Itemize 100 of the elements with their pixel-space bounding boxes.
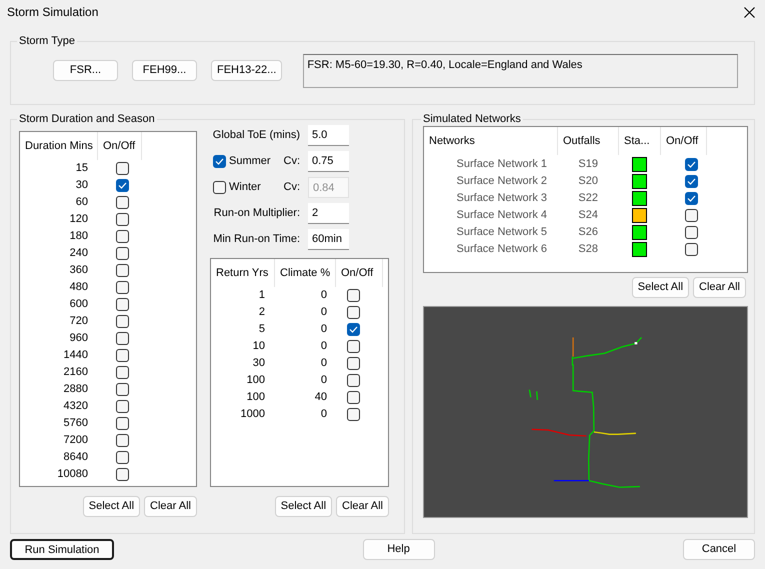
cv-field: 0.84 xyxy=(308,177,349,198)
checkbox[interactable] xyxy=(346,289,360,302)
toe-field[interactable]: 5.0 xyxy=(308,125,349,146)
network-name: Surface Network 6 xyxy=(456,242,547,258)
cv-field[interactable]: 0.75 xyxy=(308,151,349,172)
checkbox[interactable] xyxy=(116,196,128,209)
checkbox[interactable] xyxy=(116,451,128,464)
multiplier-field[interactable]: 2 xyxy=(308,203,349,224)
checkbox[interactable] xyxy=(116,400,128,413)
list-button[interactable]: Select All xyxy=(632,277,690,298)
duration-value: 240 xyxy=(68,246,88,262)
checkbox[interactable] xyxy=(116,332,128,345)
list-button[interactable]: Select All xyxy=(82,496,140,517)
season-label[interactable]: Summer xyxy=(229,153,271,170)
checkbox[interactable] xyxy=(346,408,360,421)
checkbox[interactable] xyxy=(116,281,128,294)
checkbox[interactable] xyxy=(116,298,128,311)
column-header[interactable]: On/Off xyxy=(661,127,707,155)
duration-value: 2160 xyxy=(62,365,88,380)
checkbox[interactable] xyxy=(116,179,128,192)
return-years: 1000 xyxy=(240,407,265,422)
dialog-button[interactable]: Cancel xyxy=(683,539,755,560)
checkbox[interactable] xyxy=(685,226,698,239)
outfall-name: S20 xyxy=(577,174,598,190)
group-title: Storm Type xyxy=(18,34,76,48)
checkbox[interactable] xyxy=(116,417,128,430)
checkbox[interactable] xyxy=(346,374,360,387)
duration-value: 8640 xyxy=(62,450,88,466)
storm-type-button[interactable]: FSR... xyxy=(53,60,118,81)
duration-value: 600 xyxy=(68,297,88,312)
field-label: Min Run-on Time: xyxy=(213,232,300,248)
storm-type-button[interactable]: FEH13-22... xyxy=(211,60,282,81)
checkbox[interactable] xyxy=(685,158,698,171)
column-header[interactable]: Sta... xyxy=(619,127,661,155)
return-years: 10 xyxy=(252,339,265,354)
checkbox[interactable] xyxy=(346,340,360,353)
return-years: 100 xyxy=(246,390,265,406)
checkbox[interactable] xyxy=(116,349,128,362)
column-header[interactable]: Duration Mins xyxy=(20,132,98,160)
checkbox[interactable] xyxy=(346,391,360,404)
column-header[interactable]: Networks xyxy=(424,127,558,155)
network-name: Surface Network 5 xyxy=(456,225,547,240)
checkbox[interactable] xyxy=(116,315,128,328)
duration-value: 5760 xyxy=(62,416,88,432)
cv-label: Cv: xyxy=(284,180,300,196)
checkbox[interactable] xyxy=(116,468,128,481)
dialog-button[interactable]: Help xyxy=(362,539,434,560)
checkbox[interactable] xyxy=(685,209,698,222)
checkbox[interactable] xyxy=(116,162,128,175)
return-years: 2 xyxy=(258,305,265,320)
checkbox[interactable] xyxy=(116,434,128,447)
duration-value: 2880 xyxy=(62,382,88,398)
duration-value: 360 xyxy=(68,263,88,278)
field-label: Run-on Multiplier: xyxy=(214,206,300,222)
list-button[interactable]: Select All xyxy=(274,496,332,517)
checkbox[interactable] xyxy=(116,247,128,260)
checkbox[interactable] xyxy=(213,155,226,168)
climate-percent: 0 xyxy=(320,407,327,422)
field-label: Global ToE (mins) xyxy=(212,128,300,144)
list-button[interactable]: Clear All xyxy=(144,496,197,517)
checkbox[interactable] xyxy=(685,243,698,256)
column-header[interactable]: Climate % xyxy=(275,259,336,287)
column-header[interactable]: On/Off xyxy=(336,259,383,287)
climate-percent: 0 xyxy=(320,373,327,388)
network-name: Surface Network 2 xyxy=(456,174,547,190)
duration-value: 120 xyxy=(68,212,88,228)
duration-value: 480 xyxy=(68,280,88,296)
checkbox[interactable] xyxy=(346,357,360,370)
return-years: 5 xyxy=(258,322,265,338)
column-header[interactable]: Return Yrs xyxy=(211,259,275,287)
checkbox[interactable] xyxy=(685,192,698,205)
dialog-button[interactable]: Run Simulation xyxy=(10,539,114,560)
duration-value: 30 xyxy=(74,178,88,194)
climate-percent: 0 xyxy=(320,322,327,338)
checkbox[interactable] xyxy=(116,366,128,379)
storm-type-button[interactable]: FEH99... xyxy=(132,60,197,81)
checkbox[interactable] xyxy=(346,306,360,319)
checkbox[interactable] xyxy=(116,383,128,396)
column-header[interactable]: On/Off xyxy=(98,132,142,160)
outfall-name: S26 xyxy=(577,225,598,240)
runon-field[interactable]: 60min xyxy=(308,229,349,250)
duration-value: 15 xyxy=(74,161,88,176)
checkbox[interactable] xyxy=(116,264,128,277)
column-header[interactable]: Outfalls xyxy=(558,127,619,155)
return-years: 1 xyxy=(258,288,265,304)
network-name: Surface Network 4 xyxy=(456,208,547,224)
checkbox[interactable] xyxy=(116,230,128,243)
checkbox[interactable] xyxy=(116,213,128,226)
summary-field: FSR: M5-60=19.30, R=0.40, Locale=England and Wales xyxy=(303,54,738,88)
outfall-name: S22 xyxy=(577,191,598,206)
list-button[interactable]: Clear All xyxy=(693,277,746,298)
checkbox[interactable] xyxy=(685,175,698,188)
climate-percent: 0 xyxy=(320,356,327,372)
checkbox[interactable] xyxy=(346,323,360,336)
duration-value: 1440 xyxy=(62,348,88,364)
duration-value: 720 xyxy=(68,314,88,330)
climate-percent: 40 xyxy=(314,390,327,406)
duration-value: 4320 xyxy=(62,399,88,414)
list-button[interactable]: Clear All xyxy=(336,496,389,517)
duration-value: 60 xyxy=(74,195,88,210)
